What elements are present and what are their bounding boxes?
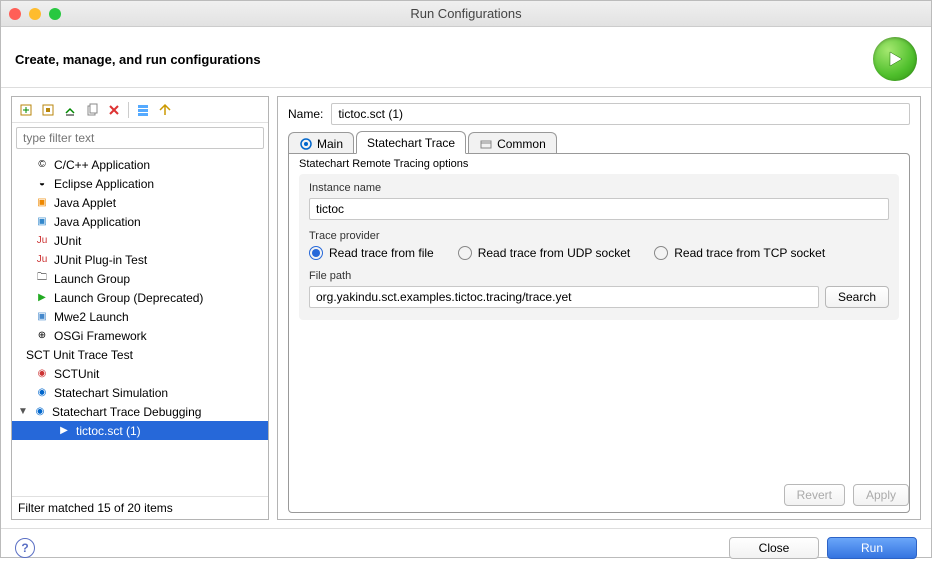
export-icon[interactable] [60, 100, 80, 120]
run-logo-icon [873, 37, 917, 81]
tree-item[interactable]: ▣Mwe2 Launch [12, 307, 268, 326]
file-path-input[interactable] [309, 286, 819, 308]
new-proto-icon[interactable] [38, 100, 58, 120]
tree-item[interactable]: 🗀Launch Group [12, 269, 268, 288]
tree-item[interactable]: ◉Statechart Simulation [12, 383, 268, 402]
revert-button: Revert [784, 484, 845, 506]
configurations-panel: ©C/C++ Application ◒Eclipse Application … [11, 96, 269, 520]
page-title: Create, manage, and run configurations [15, 52, 261, 67]
name-input[interactable] [331, 103, 910, 125]
collapse-icon[interactable] [155, 100, 175, 120]
file-path-label: File path [309, 270, 889, 282]
tree-item[interactable]: ©C/C++ Application [12, 155, 268, 174]
tree-item-selected[interactable]: ▶tictoc.sct (1) [12, 421, 268, 440]
radio-read-tcp[interactable]: Read trace from TCP socket [654, 246, 825, 260]
new-config-icon[interactable] [16, 100, 36, 120]
instance-name-label: Instance name [309, 182, 889, 194]
tree-item[interactable]: ▣Java Application [12, 212, 268, 231]
details-panel: Name: Main Statechart Trace Common State… [277, 96, 921, 520]
tree-item[interactable]: ⊕OSGi Framework [12, 326, 268, 345]
tree-item[interactable]: ◒Eclipse Application [12, 174, 268, 193]
tab-common[interactable]: Common [468, 132, 557, 154]
run-button[interactable]: Run [827, 537, 917, 559]
tab-bar: Main Statechart Trace Common [288, 131, 910, 154]
tree-item[interactable]: ◉SCTUnit [12, 364, 268, 383]
radio-read-file[interactable]: Read trace from file [309, 246, 434, 260]
filter-icon[interactable] [133, 100, 153, 120]
group-label: Statechart Remote Tracing options [289, 158, 909, 174]
tree-item[interactable]: ▶Launch Group (Deprecated) [12, 288, 268, 307]
close-button[interactable]: Close [729, 537, 819, 559]
tree-item[interactable]: JuJUnit Plug-in Test [12, 250, 268, 269]
help-icon[interactable]: ? [15, 538, 35, 558]
trace-provider-label: Trace provider [309, 230, 889, 242]
duplicate-icon[interactable] [82, 100, 102, 120]
window-title: Run Configurations [1, 6, 931, 21]
name-label: Name: [288, 107, 323, 121]
left-toolbar [12, 97, 268, 123]
main-tab-icon [299, 137, 313, 151]
expand-icon: ▼ [18, 406, 28, 417]
tree-item[interactable]: ▼◉Statechart Trace Debugging [12, 402, 268, 421]
apply-button: Apply [853, 484, 909, 506]
instance-name-input[interactable] [309, 198, 889, 220]
zoom-window-icon[interactable] [49, 8, 61, 20]
close-window-icon[interactable] [9, 8, 21, 20]
search-button[interactable]: Search [825, 286, 889, 308]
tab-statechart-trace[interactable]: Statechart Trace [356, 131, 466, 154]
tree-item[interactable]: SCT Unit Trace Test [12, 345, 268, 364]
filter-count: Filter matched 15 of 20 items [12, 496, 268, 519]
delete-icon[interactable] [104, 100, 124, 120]
filter-input[interactable] [16, 127, 264, 149]
config-tree[interactable]: ©C/C++ Application ◒Eclipse Application … [12, 153, 268, 496]
tree-item[interactable]: JuJUnit [12, 231, 268, 250]
tree-item[interactable]: ▣Java Applet [12, 193, 268, 212]
common-tab-icon [479, 137, 493, 151]
radio-read-udp[interactable]: Read trace from UDP socket [458, 246, 631, 260]
tab-main[interactable]: Main [288, 132, 354, 154]
minimize-window-icon[interactable] [29, 8, 41, 20]
